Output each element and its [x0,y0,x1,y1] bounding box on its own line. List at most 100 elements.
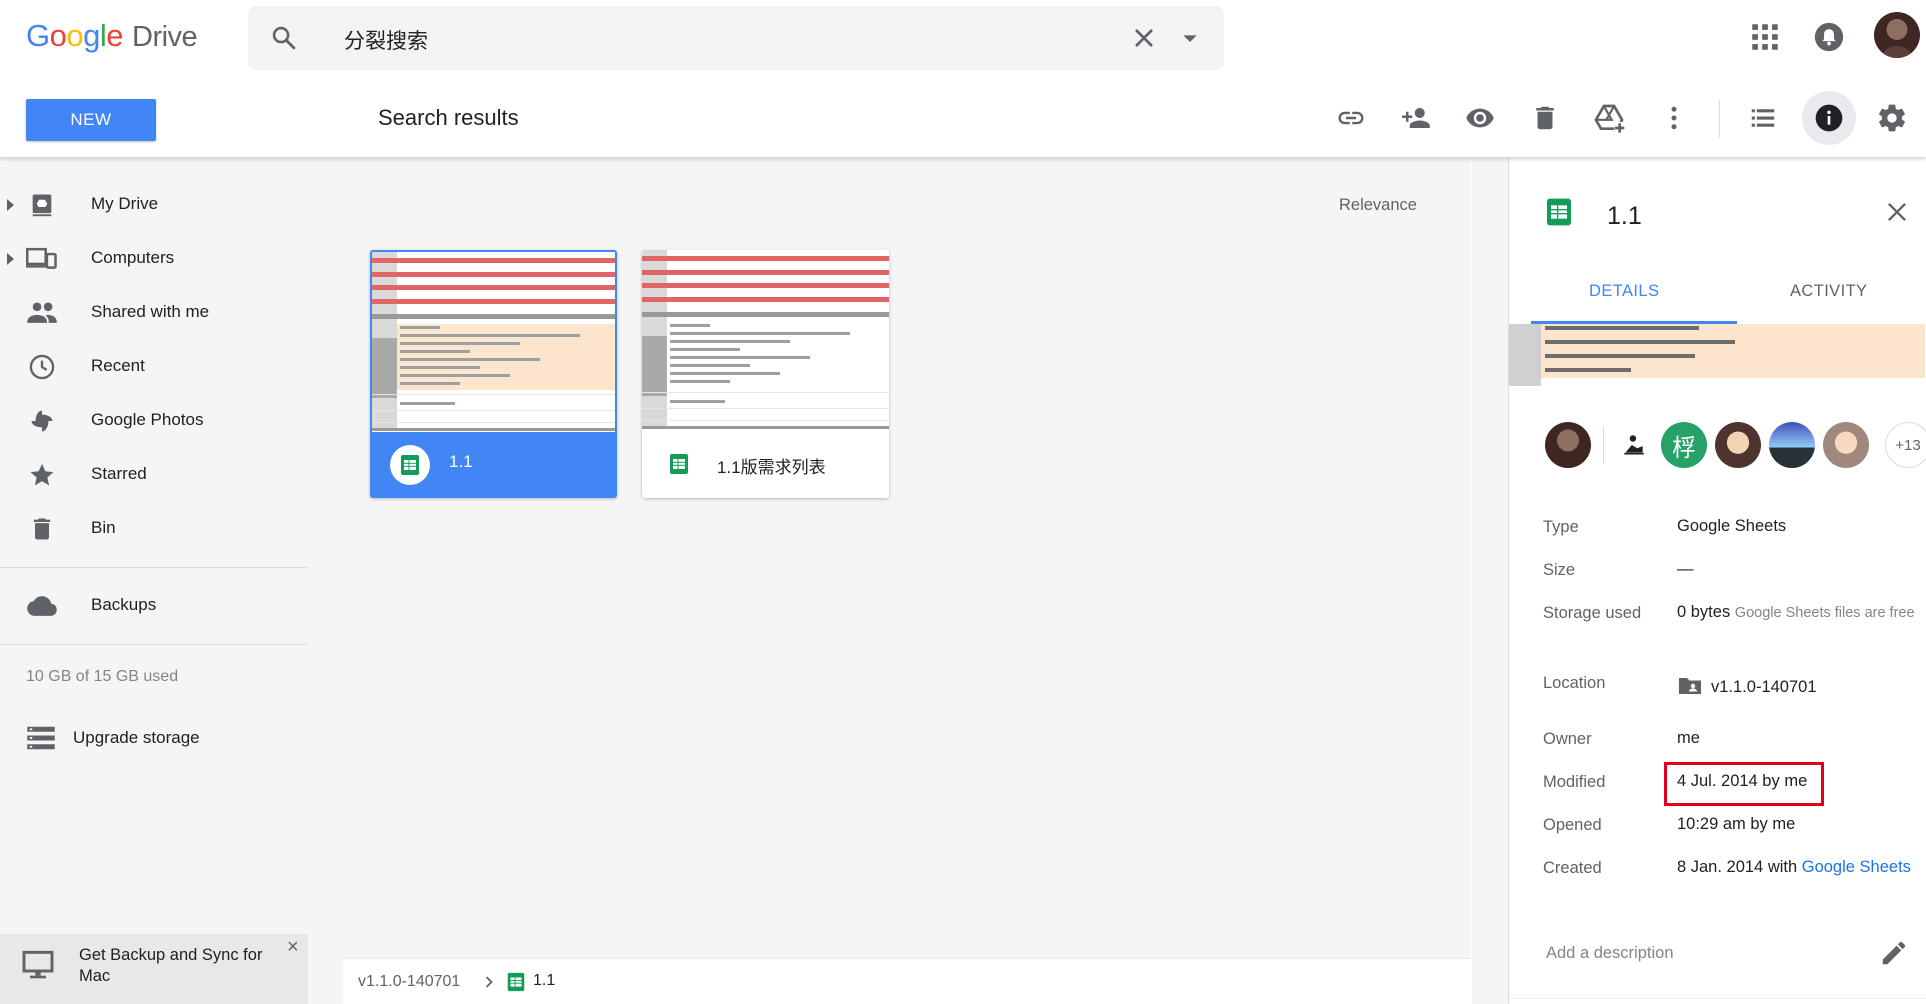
people-icon [27,302,57,323]
created-app-link[interactable]: Google Sheets [1802,858,1911,876]
product-name: Drive [132,21,198,53]
account-avatar[interactable] [1874,12,1920,58]
expand-caret-icon[interactable] [7,253,14,265]
location-value[interactable]: v1.1.0-140701 [1677,674,1917,701]
cloud-icon [27,596,57,616]
file-card-footer: 1.1版需求列表 [642,430,889,498]
list-view-icon[interactable] [1745,100,1781,136]
location-folder-name: v1.1.0-140701 [1711,678,1817,696]
search-icon[interactable] [270,24,298,52]
details-title: 1.1 [1607,202,1642,230]
created-label: Created [1543,859,1602,877]
new-button[interactable]: NEW [26,99,156,141]
sort-relevance-button[interactable]: Relevance [1339,196,1417,215]
clear-search-icon[interactable] [1128,22,1160,54]
avatar[interactable] [1715,422,1761,468]
sheets-file-icon [667,452,691,476]
size-value: — [1677,560,1694,578]
trash-icon [33,518,51,540]
tab-activity[interactable]: ACTIVITY [1790,282,1867,301]
owner-value: me [1677,729,1700,747]
file-name: 1.1版需求列表 [717,458,826,477]
sidebar-item-recent[interactable]: Recent [0,340,308,394]
apps-grid-icon[interactable] [1748,20,1782,54]
logo-letter: o [66,18,84,53]
sidebar-item-computers[interactable]: Computers [0,232,308,286]
more-vert-icon[interactable] [1656,100,1692,136]
search-box[interactable]: 分裂搜索 [248,6,1224,70]
size-label: Size [1543,561,1576,579]
storage-usage-text: 10 GB of 15 GB used [26,668,179,685]
edit-pencil-icon[interactable] [1879,938,1909,968]
settings-gear-icon[interactable] [1874,100,1910,136]
google-drive-logo[interactable]: Google Drive [26,18,198,60]
sidebar-divider [0,567,308,568]
panel-gap [1472,158,1508,1004]
logo-letter: o [49,18,67,53]
file-list-area: Relevance 1.1 1.1版需求列表 [308,158,1481,1004]
desktop-computer-icon [22,950,54,979]
logo-letter: G [26,18,50,53]
opened-value: 10:29 am by me [1677,815,1796,833]
avatar[interactable] [1823,422,1869,468]
location-label: Location [1543,674,1606,692]
sidebar-item-bin[interactable]: Bin [0,502,308,556]
file-card-1-1[interactable]: 1.1 [370,250,617,498]
search-input[interactable]: 分裂搜索 [344,25,428,55]
share-person-icon[interactable] [1398,100,1434,136]
notifications-icon[interactable] [1812,20,1846,54]
sidebar: My Drive Computers Shared with me Recent… [0,158,308,1004]
sidebar-item-my-drive[interactable]: My Drive [0,178,308,232]
file-thumbnail [372,252,615,434]
created-date: 8 Jan. 2014 with [1677,858,1802,876]
created-value: 8 Jan. 2014 with Google Sheets [1677,854,1917,881]
toolbar-divider [1719,100,1720,138]
close-icon[interactable] [1883,198,1911,226]
expand-caret-icon[interactable] [7,199,14,211]
file-thumbnail [642,250,889,432]
trash-icon[interactable] [1527,100,1563,136]
upgrade-storage-label: Upgrade storage [73,728,200,747]
shared-with-avatars[interactable]: 桴 +13 [1545,422,1926,470]
sidebar-item-google-photos[interactable]: Google Photos [0,394,308,448]
more-collaborators-badge[interactable]: +13 [1885,422,1926,468]
modified-label: Modified [1543,773,1606,791]
info-icon[interactable] [1802,91,1856,145]
tab-details[interactable]: DETAILS [1589,282,1659,301]
breadcrumb: v1.1.0-140701 1.1 [343,958,1485,1004]
sidebar-item-label: Starred [91,464,147,483]
add-to-drive-icon[interactable] [1591,100,1627,136]
sidebar-item-label: Google Photos [91,410,204,429]
search-options-dropdown-icon[interactable] [1174,22,1206,54]
my-drive-icon [32,194,52,217]
storage-note: Google Sheets files are free [1734,605,1915,621]
description-input[interactable]: Add a description [1546,944,1674,963]
sidebar-item-label: Recent [91,356,145,375]
get-link-icon[interactable] [1333,100,1369,136]
sidebar-divider [0,644,308,645]
clock-icon [29,354,55,380]
backup-sync-promo[interactable]: Get Backup and Sync for Mac × [0,934,308,1004]
sidebar-item-label: Bin [91,518,116,537]
storage-used-label: Storage used [1543,604,1642,622]
storage-icon [27,726,55,750]
file-card-1-1-requirements[interactable]: 1.1版需求列表 [642,250,889,498]
top-bar: Google Drive 分裂搜索 [0,0,1926,78]
breadcrumb-file[interactable]: 1.1 [533,972,555,990]
sheets-file-icon [390,445,430,485]
preview-eye-icon[interactable] [1462,100,1498,136]
star-icon [30,463,54,486]
toolbar: NEW Search results [0,78,1926,158]
sidebar-item-shared-with-me[interactable]: Shared with me [0,286,308,340]
modified-highlight-box [1664,762,1824,806]
upgrade-storage-link[interactable]: Upgrade storage [26,724,286,754]
details-panel: 1.1 DETAILS ACTIVITY 桴 +13 Type Google S… [1508,158,1926,1004]
avatar[interactable] [1545,422,1591,468]
avatar[interactable]: 桴 [1661,422,1707,468]
opened-label: Opened [1543,816,1602,834]
chevron-right-icon [485,976,493,988]
breadcrumb-folder[interactable]: v1.1.0-140701 [358,973,460,991]
sidebar-item-starred[interactable]: Starred [0,448,308,502]
avatar[interactable] [1769,422,1815,468]
sidebar-item-backups[interactable]: Backups [0,579,308,633]
